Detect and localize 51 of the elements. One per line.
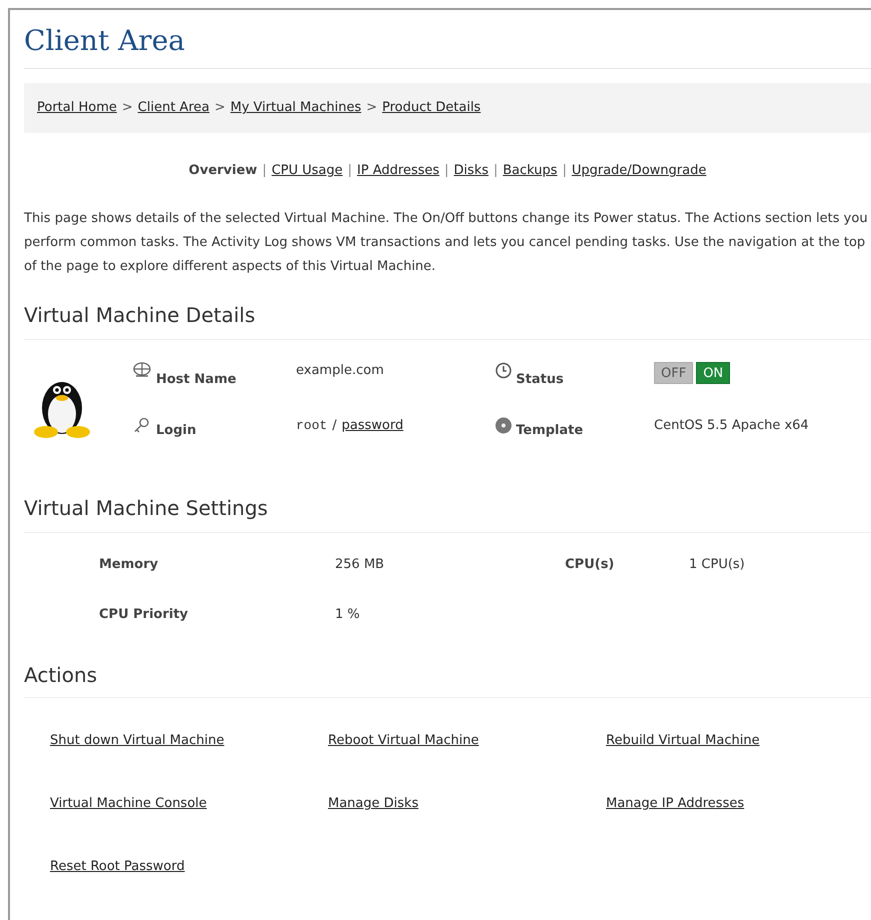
nav-separator: | xyxy=(494,162,498,180)
field-value: CentOS 5.5 Apache x64 xyxy=(654,417,809,435)
off-button[interactable]: OFF xyxy=(654,362,694,384)
clock-icon xyxy=(495,362,512,379)
username-text: root xyxy=(296,417,328,435)
breadcrumb-link[interactable]: My Virtual Machines xyxy=(230,98,362,118)
section-heading: Virtual Machine Details xyxy=(24,302,256,329)
globe-icon xyxy=(133,362,151,378)
nav-separator: | xyxy=(562,162,567,180)
setting-value: 256 MB xyxy=(335,556,384,574)
action-link[interactable]: Reboot Virtual Machine xyxy=(328,733,479,748)
on-button[interactable]: ON xyxy=(696,362,730,384)
action-link[interactable]: Virtual Machine Console xyxy=(50,796,207,811)
field-value: example.com xyxy=(296,362,385,380)
nav-link[interactable]: CPU Usage xyxy=(272,161,343,181)
nav-link[interactable]: IP Addresses xyxy=(357,161,440,181)
setting-value: 1 % xyxy=(335,606,360,624)
breadcrumb-link[interactable]: Portal Home xyxy=(37,98,117,118)
setting-label: CPU(s) xyxy=(565,556,614,574)
action-link[interactable]: Rebuild Virtual Machine xyxy=(606,733,760,748)
page-title: Client Area xyxy=(24,24,185,58)
setting-value: 1 CPU(s) xyxy=(689,556,745,574)
nav-separator: | xyxy=(262,162,267,180)
action-link[interactable]: Reset Root Password xyxy=(50,859,185,874)
section-heading: Actions xyxy=(24,662,98,689)
disc-icon xyxy=(495,417,512,434)
nav-link[interactable]: Upgrade/Downgrade xyxy=(572,161,706,181)
breadcrumb-separator: > xyxy=(214,99,226,118)
field-label: Login xyxy=(156,422,198,440)
separator-text: / xyxy=(332,417,337,435)
section-heading: Virtual Machine Settings xyxy=(24,495,268,522)
breadcrumb-link[interactable]: Client Area xyxy=(138,98,210,118)
key-icon xyxy=(133,417,150,434)
setting-label: Memory xyxy=(99,556,158,574)
nav-separator: | xyxy=(348,162,352,180)
action-link[interactable]: Manage Disks xyxy=(328,796,418,811)
intro-paragraph: This page shows details of the selected Virtual Machine. The On/Off buttons change its Power status. The Actions section lets you perform common tasks. The Activity Log shows VM transactions and lets you cancel pending tasks. Use the navigation at the top of the page to explore different aspects of this Virtual Machine. xyxy=(24,210,869,276)
password-link[interactable]: password xyxy=(342,417,404,435)
action-link[interactable]: Shut down Virtual Machine xyxy=(50,733,224,748)
nav-link[interactable]: Overview xyxy=(188,161,258,181)
breadcrumb-link[interactable]: Product Details xyxy=(382,98,481,118)
nav-separator: | xyxy=(444,162,449,180)
nav-link[interactable]: Disks xyxy=(454,161,488,181)
setting-label: CPU Priority xyxy=(99,606,188,624)
field-label: Template xyxy=(516,422,584,440)
field-label: Status xyxy=(516,371,565,389)
field-label: Host Name xyxy=(156,371,238,389)
breadcrumb-separator: > xyxy=(366,99,378,118)
breadcrumb-separator: > xyxy=(122,99,133,118)
action-link[interactable]: Manage IP Addresses xyxy=(606,796,744,811)
nav-link[interactable]: Backups xyxy=(502,161,558,181)
